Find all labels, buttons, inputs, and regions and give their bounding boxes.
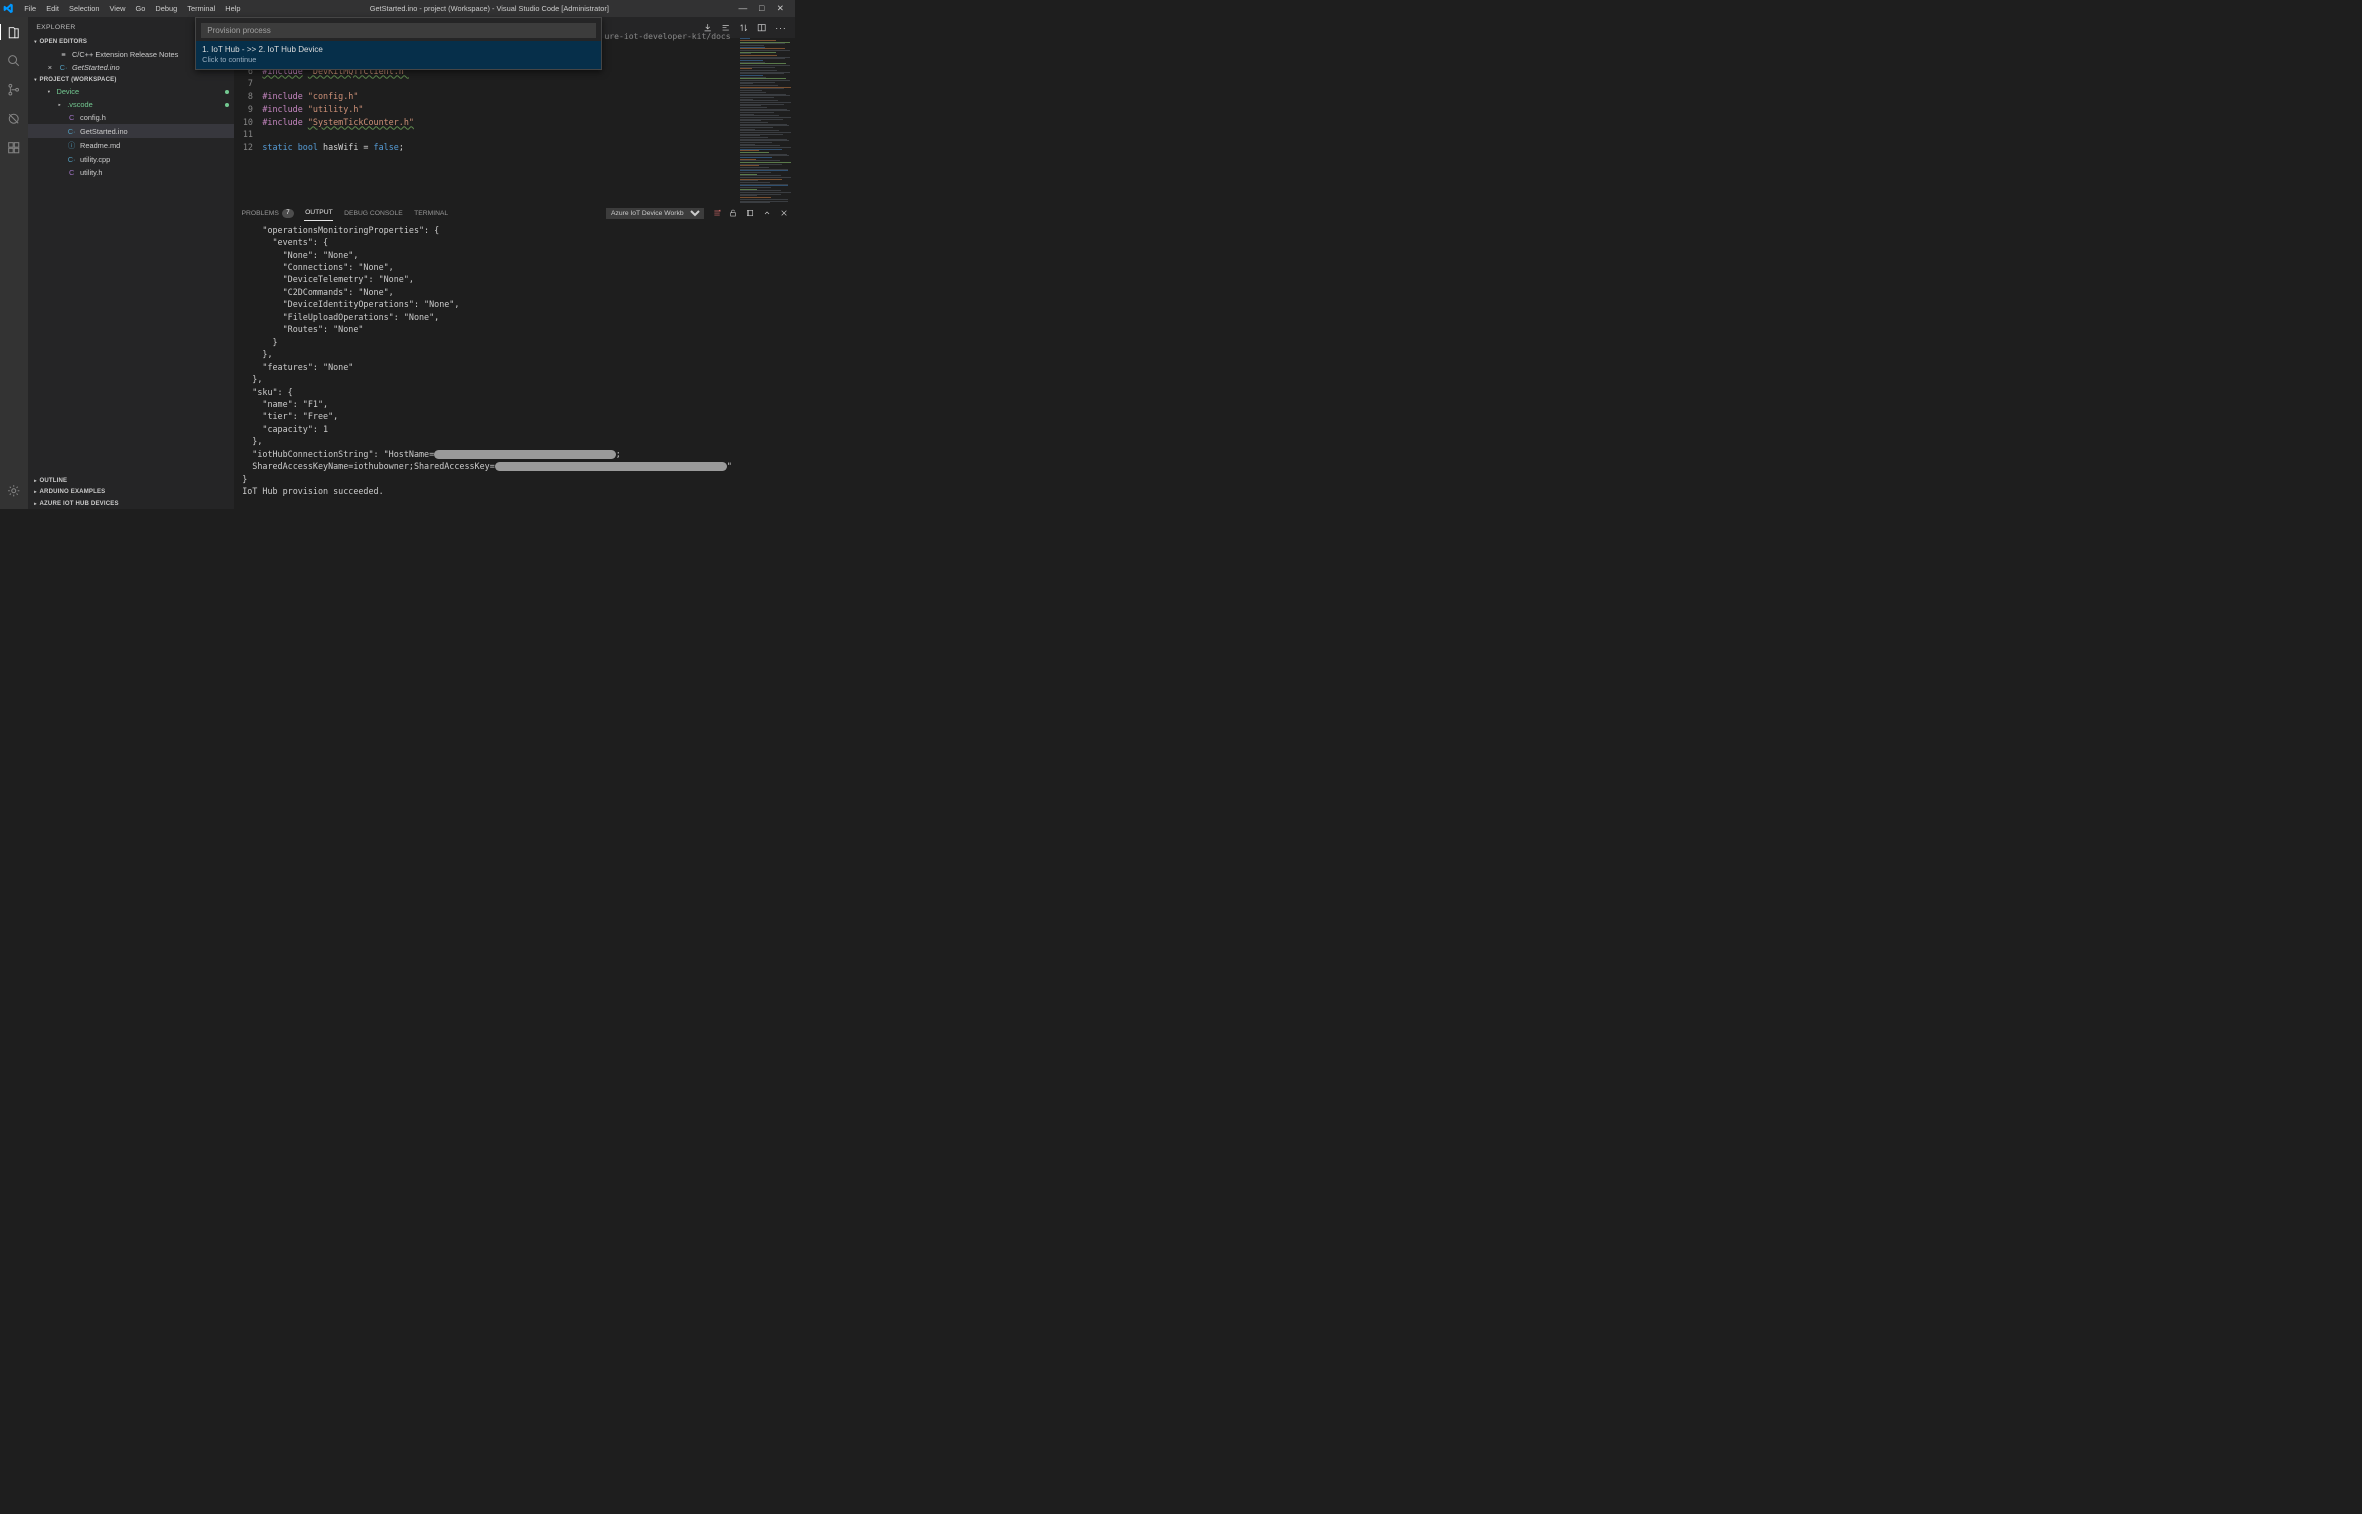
close-icon[interactable] — [48, 50, 55, 59]
title-bar: File Edit Selection View Go Debug Termin… — [0, 0, 795, 17]
tab-problems[interactable]: PROBLEMS 7 — [241, 206, 294, 221]
split-icon[interactable] — [757, 23, 766, 32]
chevron-right-icon: ▸ — [34, 478, 37, 484]
lock-open-icon[interactable] — [729, 209, 737, 217]
file-icon: ≡ — [59, 50, 68, 59]
chevron-right-icon: ▸ — [34, 501, 37, 507]
collapsed-section-label: OUTLINE — [40, 478, 68, 484]
quick-input-popup: Provision process 1. IoT Hub - >> 2. IoT… — [195, 17, 602, 69]
file-icon: ⓘ — [67, 140, 76, 151]
bottom-panel: PROBLEMS 7 OUTPUT DEBUG CONSOLE TERMINAL… — [234, 204, 794, 509]
tree-item[interactable]: ▸.vscode — [28, 98, 234, 111]
search-icon[interactable] — [6, 53, 22, 69]
window-maximize-button[interactable]: □ — [757, 3, 766, 14]
tab-debug-console[interactable]: DEBUG CONSOLE — [343, 206, 403, 220]
minimap[interactable] — [737, 38, 794, 204]
problems-badge: 7 — [282, 209, 293, 218]
quick-input-item-title: 1. IoT Hub - >> 2. IoT Hub Device — [202, 45, 595, 54]
quick-input-item[interactable]: 1. IoT Hub - >> 2. IoT Hub Device Click … — [196, 41, 601, 68]
menu-go[interactable]: Go — [135, 4, 145, 13]
file-icon: C — [67, 113, 76, 122]
tree-item-label: utility.h — [80, 168, 102, 177]
collapsed-section[interactable]: ▸ARDUINO EXAMPLES — [28, 487, 234, 498]
tree-item[interactable]: C· utility.cpp — [28, 153, 234, 166]
modified-dot-icon — [225, 90, 229, 94]
tab-debug-label: DEBUG CONSOLE — [344, 210, 403, 217]
collapsed-section[interactable]: ▸AZURE IOT HUB DEVICES — [28, 498, 234, 509]
editor-pane: ··· ure-iot-developer-kit/docs 456789101… — [234, 17, 794, 509]
output-body[interactable]: "operationsMonitoringProperties": { "eve… — [234, 222, 794, 510]
chevron-down-icon: ▾ — [34, 77, 37, 83]
open-editor-label: GetStarted.ino — [72, 63, 120, 72]
tab-terminal[interactable]: TERMINAL — [414, 206, 449, 220]
tree-item-label: Device — [56, 87, 79, 96]
chevron-up-icon[interactable] — [763, 209, 771, 217]
extensions-icon[interactable] — [6, 140, 22, 156]
menu-terminal[interactable]: Terminal — [187, 4, 215, 13]
menu-selection[interactable]: Selection — [69, 4, 99, 13]
workspace-label: PROJECT (WORKSPACE) — [40, 77, 117, 83]
explorer-icon[interactable] — [6, 24, 22, 40]
tree-item[interactable]: C· GetStarted.ino — [28, 124, 234, 137]
window-title: GetStarted.ino - project (Workspace) - V… — [241, 4, 739, 13]
menu-bar: File Edit Selection View Go Debug Termin… — [17, 4, 240, 13]
file-icon: C· — [67, 127, 76, 136]
collapsed-section-label: ARDUINO EXAMPLES — [40, 489, 106, 495]
quick-input-placeholder: Provision process — [207, 26, 271, 35]
close-icon[interactable]: × — [48, 63, 55, 72]
file-icon: C — [67, 168, 76, 177]
vscode-app-icon — [0, 0, 17, 17]
tab-terminal-label: TERMINAL — [414, 210, 448, 217]
tree-item[interactable]: Cutility.h — [28, 166, 234, 179]
tree-item[interactable]: ⓘ Readme.md — [28, 138, 234, 153]
tree-item[interactable]: Cconfig.h — [28, 111, 234, 124]
menu-view[interactable]: View — [110, 4, 126, 13]
tab-output-label: OUTPUT — [305, 209, 333, 216]
open-editors-label: OPEN EDITORS — [40, 39, 88, 45]
compare-icon[interactable] — [739, 23, 748, 32]
collapsed-section-label: AZURE IOT HUB DEVICES — [40, 501, 119, 507]
quick-input-item-subtitle: Click to continue — [202, 54, 595, 64]
output-channel-select[interactable]: Azure IoT Device Workb — [606, 208, 704, 219]
clear-icon[interactable] — [713, 209, 721, 217]
tree-item-label: GetStarted.ino — [80, 127, 128, 136]
source-control-icon[interactable] — [6, 82, 22, 98]
menu-file[interactable]: File — [24, 4, 36, 13]
window-controls: — □ ✕ — [738, 3, 794, 14]
menu-help[interactable]: Help — [225, 4, 240, 13]
tree-item[interactable]: ▾Device — [28, 85, 234, 98]
tree-item-label: Readme.md — [80, 141, 120, 150]
workspace-header[interactable]: ▾ PROJECT (WORKSPACE) — [28, 74, 234, 85]
more-icon[interactable]: ··· — [775, 22, 786, 33]
chevron-icon: ▸ — [59, 102, 64, 108]
file-icon: C· — [59, 63, 68, 72]
tab-problems-label: PROBLEMS — [242, 210, 279, 217]
window-close-button[interactable]: ✕ — [776, 3, 785, 14]
close-icon[interactable] — [780, 209, 788, 217]
menu-debug[interactable]: Debug — [155, 4, 177, 13]
panel-tabs: PROBLEMS 7 OUTPUT DEBUG CONSOLE TERMINAL… — [234, 205, 794, 222]
tree-item-label: utility.cpp — [80, 155, 110, 164]
quick-input-field[interactable]: Provision process — [201, 23, 597, 38]
collapsed-section[interactable]: ▸OUTLINE — [28, 475, 234, 486]
wrap-icon[interactable] — [746, 209, 754, 217]
tree-item-label: config.h — [80, 113, 106, 122]
debug-icon[interactable] — [6, 111, 22, 127]
file-icon: C· — [67, 155, 76, 164]
chevron-right-icon: ▸ — [34, 489, 37, 495]
menu-edit[interactable]: Edit — [46, 4, 59, 13]
explorer-sidebar: EXPLORER ▾ OPEN EDITORS ≡C/C++ Extension… — [28, 17, 234, 509]
tree-item-label: .vscode — [67, 100, 92, 109]
activity-bar — [0, 17, 28, 509]
window-minimize-button[interactable]: — — [738, 3, 747, 14]
chevron-down-icon: ▾ — [34, 39, 37, 45]
chevron-icon: ▾ — [48, 89, 53, 95]
open-editor-label: C/C++ Extension Release Notes — [72, 50, 178, 59]
gear-icon[interactable] — [6, 483, 22, 499]
tab-output[interactable]: OUTPUT — [304, 206, 333, 221]
modified-dot-icon — [225, 103, 229, 107]
